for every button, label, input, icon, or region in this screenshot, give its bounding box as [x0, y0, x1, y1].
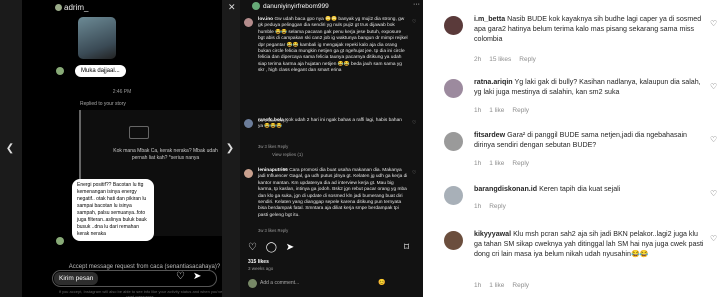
- comment-item: ranofc.bola Kok udah 2 hari ini ngak bah…: [244, 118, 416, 162]
- comment-text: lov.ino Gw udah baca gpo nya 🙄🙄 banyak y…: [258, 17, 408, 74]
- avatar: [244, 169, 253, 178]
- avatar: [252, 2, 260, 10]
- message-bubble: Muka dajjaal...: [75, 65, 126, 77]
- avatar: [56, 237, 64, 245]
- heart-icon[interactable]: ♡: [710, 82, 717, 91]
- close-icon[interactable]: ✕: [228, 2, 236, 13]
- comment-item: ratna.ariqin Yg laki gak di bully? Kasih…: [442, 77, 720, 119]
- comment-meta: 1h Reply: [474, 203, 506, 210]
- comment-item: leninaputri66 Cara promosi dia buat usah…: [244, 168, 416, 238]
- hint-text: If you accept, Instagram will also be ab…: [58, 289, 223, 297]
- avatar[interactable]: [444, 79, 463, 98]
- story-image-icon: [129, 126, 149, 139]
- heart-icon[interactable]: ♡: [412, 170, 416, 176]
- comment-item: fitsardew Gara² di panggil BUDE sama net…: [442, 130, 720, 172]
- dm-username[interactable]: adrim_: [55, 3, 88, 12]
- post-comments: danuniyinyirfrebom999 ··· lov.ino Gw uda…: [240, 0, 423, 297]
- avatar: [55, 4, 62, 11]
- dm-window: adrim_ ✕ Muka dajjaal... 2:46 PM Replied…: [22, 0, 236, 297]
- comment-text: fitsardew Gara² di panggil BUDE sama net…: [474, 131, 687, 150]
- share-icon[interactable]: ➤: [286, 242, 294, 253]
- comment-text: kikyyyawal Klu msh pcran sah2 aja sih ja…: [474, 230, 704, 259]
- comment-text: i.m_betta Nasib BUDE kok kayaknya sih bu…: [474, 15, 702, 44]
- more-options-icon[interactable]: ···: [413, 1, 420, 8]
- comment-meta[interactable]: 3w 3 likes Reply: [258, 144, 288, 149]
- story-caption: Kok mana Mbak Ca, kerak neraka? Mbak uda…: [113, 148, 218, 161]
- post-header[interactable]: danuniyinyirfrebom999: [252, 2, 329, 10]
- comment-text: leninaputri66 Cara promosi dia buat usah…: [258, 168, 408, 218]
- chevron-left-icon[interactable]: ❮: [4, 143, 16, 154]
- message-time: 2:46 PM: [112, 89, 132, 95]
- avatar: [244, 119, 253, 128]
- comment-item: i.m_betta Nasib BUDE kok kayaknya sih bu…: [442, 14, 720, 66]
- avatar[interactable]: [444, 16, 463, 35]
- post-time: 3 weeks ago: [248, 266, 274, 271]
- emoji-icon[interactable]: 😊: [378, 279, 385, 286]
- heart-icon[interactable]: ♡: [710, 19, 717, 28]
- comment-text: ratna.ariqin Yg laki gak di bully? Kasih…: [474, 78, 701, 97]
- avatar[interactable]: [444, 186, 463, 205]
- avatar: [248, 279, 257, 288]
- add-comment-input[interactable]: Add a comment...: [248, 279, 380, 290]
- heart-icon[interactable]: ♡: [710, 189, 717, 198]
- chevron-right-icon[interactable]: ❯: [224, 143, 236, 154]
- avatar: [56, 67, 64, 75]
- comment-meta: 1h 1 like Reply: [474, 282, 530, 289]
- comment-icon[interactable]: ◯: [266, 242, 277, 253]
- story-reply-panel: adrim_ ✕ Muka dajjaal... 2:46 PM Replied…: [0, 0, 240, 297]
- selfie-photo: [78, 17, 116, 59]
- comment-item: kikyyyawal Klu msh pcran sah2 aja sih ja…: [442, 229, 720, 295]
- replied-label: Replied to your story: [80, 101, 126, 107]
- view-replies-link[interactable]: View replies (1): [272, 152, 303, 157]
- comment-meta: 1h 1 like Reply: [474, 160, 530, 167]
- comment-meta[interactable]: 3w 3 likes Reply: [258, 228, 288, 233]
- comment-text: barangdiskonan.id Keren tapih dia kuat s…: [474, 185, 621, 193]
- heart-icon[interactable]: ♡: [710, 234, 717, 243]
- heart-icon[interactable]: ♡: [710, 135, 717, 144]
- avatar[interactable]: [444, 231, 463, 250]
- message-bubble: Energi positif?? Bacotan lu ttg kemenang…: [72, 179, 154, 241]
- bookmark-icon[interactable]: ⌑: [404, 242, 409, 253]
- dark-comments-panel: danuniyinyirfrebom999 ··· lov.ino Gw uda…: [240, 0, 423, 297]
- post-actions: ♡ ◯ ➤: [248, 242, 294, 253]
- heart-icon[interactable]: ♡: [412, 120, 416, 126]
- share-icon[interactable]: ➤: [193, 271, 201, 282]
- comment-meta: 1h 1 like Reply: [474, 107, 530, 114]
- comment-item: barangdiskonan.id Keren tapih dia kuat s…: [442, 184, 720, 214]
- heart-icon[interactable]: ♡: [176, 271, 185, 282]
- light-comments-panel: i.m_betta Nasib BUDE kok kayaknya sih bu…: [442, 0, 720, 297]
- send-message-button[interactable]: Kirim pesan: [54, 272, 99, 285]
- likes-count[interactable]: 315 likes: [248, 259, 269, 265]
- comment-text: ranofc.bola Kok udah 2 hari ini ngak bah…: [258, 118, 402, 130]
- comment-item: lov.ino Gw udah baca gpo nya 🙄🙄 banyak y…: [244, 17, 416, 123]
- avatar[interactable]: [444, 132, 463, 151]
- avatar: [244, 18, 253, 27]
- heart-icon[interactable]: ♡: [248, 242, 257, 253]
- heart-icon[interactable]: ♡: [412, 19, 416, 25]
- comment-meta: 2h 15 likes Reply: [474, 56, 536, 63]
